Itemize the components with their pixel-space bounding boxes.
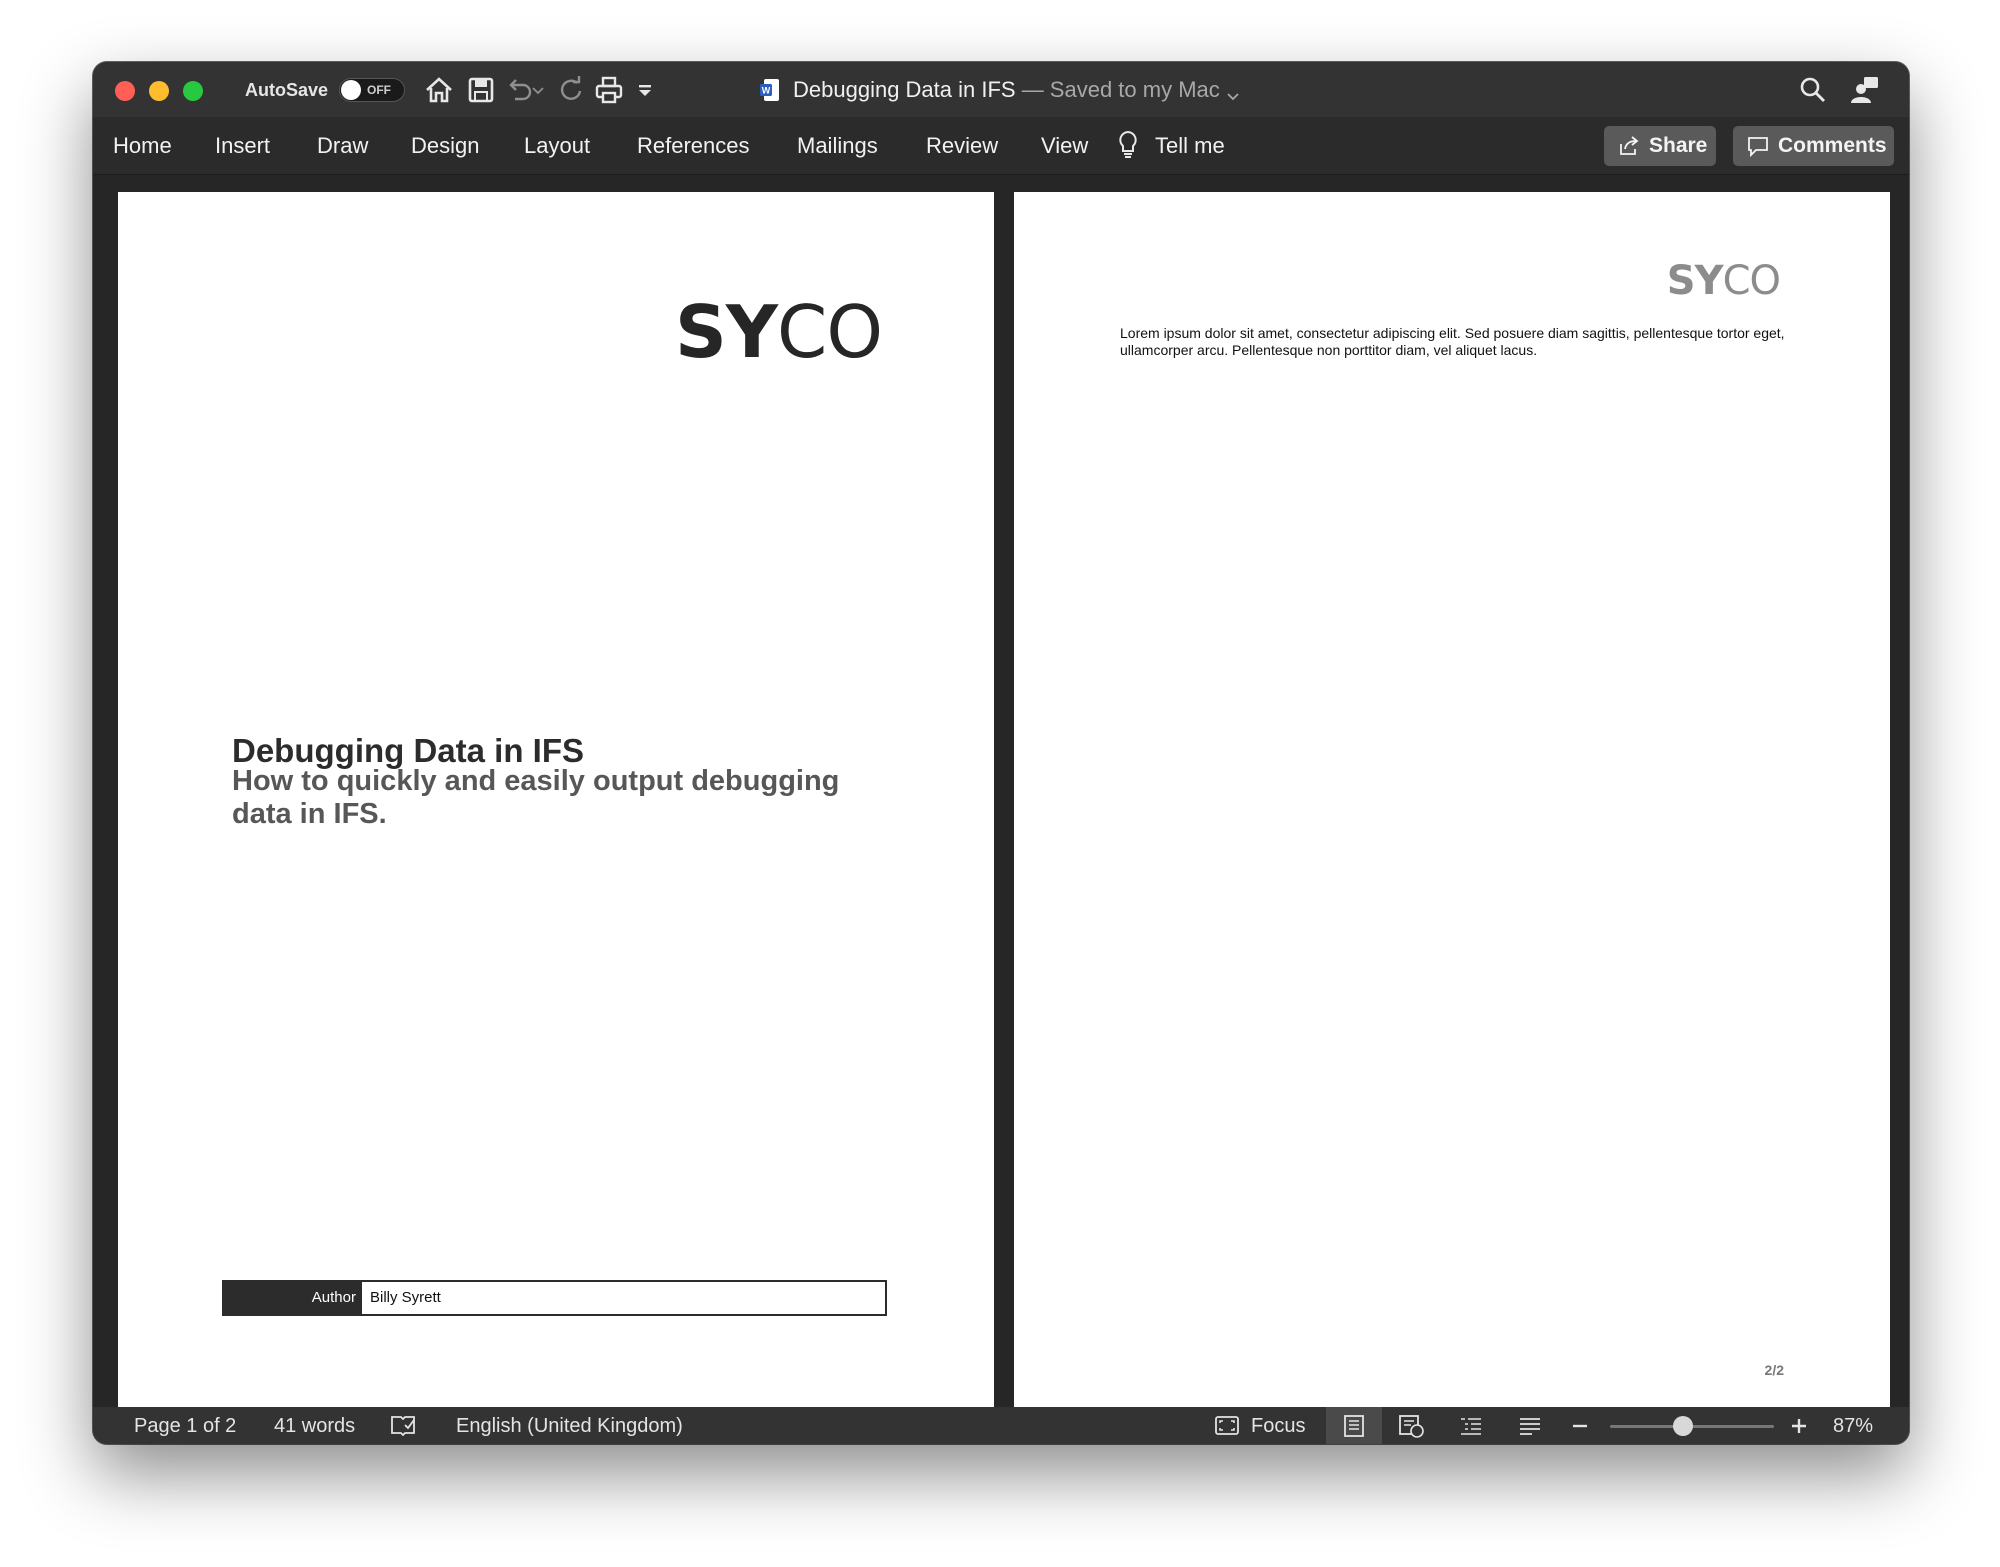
ribbon-tabs: Home Insert Draw Design Layout Reference… [93, 117, 1909, 175]
autosave-toggle[interactable]: OFF [339, 78, 405, 102]
page-2[interactable]: SYCO Lorem ipsum dolor sit amet, consect… [1014, 192, 1890, 1412]
author-table: Author Billy Syrett [222, 1280, 887, 1316]
word-window: AutoSave OFF W Debugging Data in IFS — S… [93, 62, 1909, 1444]
share-icon [1620, 136, 1639, 155]
save-status: — Saved to my Mac [1015, 77, 1220, 102]
zoom-in-icon[interactable] [1789, 1413, 1809, 1439]
close-window-button[interactable] [115, 81, 135, 101]
logo-bold-part: SY [675, 290, 778, 374]
print-layout-icon[interactable] [1340, 1413, 1368, 1439]
home-icon[interactable] [423, 74, 455, 106]
print-icon[interactable] [593, 74, 625, 106]
tab-home[interactable]: Home [113, 133, 172, 159]
web-layout-icon[interactable] [1397, 1413, 1425, 1439]
tab-mailings[interactable]: Mailings [797, 133, 878, 159]
comments-button[interactable]: Comments [1733, 126, 1894, 166]
author-label: Author [224, 1282, 362, 1314]
chevron-down-icon [1226, 84, 1240, 101]
maximize-window-button[interactable] [183, 81, 203, 101]
document-title[interactable]: Debugging Data in IFS — Saved to my Mac [793, 77, 1240, 103]
search-icon[interactable] [1797, 74, 1829, 106]
zoom-level[interactable]: 87% [1833, 1415, 1873, 1438]
language[interactable]: English (United Kingdom) [456, 1415, 683, 1438]
title-bar: AutoSave OFF W Debugging Data in IFS — S… [93, 62, 1909, 117]
word-count[interactable]: 41 words [274, 1415, 355, 1438]
autosave-state: OFF [367, 83, 391, 97]
autosave-label: AutoSave [245, 80, 329, 100]
logo-bold-part: SY [1666, 258, 1724, 304]
svg-text:W: W [762, 86, 771, 96]
syco-logo-small: SYCO [1666, 258, 1781, 304]
tab-references[interactable]: References [637, 133, 750, 159]
comment-icon [1748, 137, 1768, 157]
undo-dropdown-icon[interactable] [530, 74, 546, 106]
page-1[interactable]: SYCO Debugging Data in IFS How to quickl… [118, 192, 994, 1412]
share-label: Share [1649, 134, 1708, 157]
author-name: Billy Syrett [370, 1289, 441, 1306]
page-number: 2/2 [1764, 1362, 1784, 1378]
lightbulb-icon [1117, 129, 1139, 161]
document-name: Debugging Data in IFS [793, 77, 1016, 102]
tab-review[interactable]: Review [926, 133, 998, 159]
tab-layout[interactable]: Layout [524, 133, 590, 159]
tab-design[interactable]: Design [411, 133, 479, 159]
status-bar: Page 1 of 2 41 words English (United Kin… [93, 1407, 1909, 1444]
save-icon[interactable] [465, 74, 497, 106]
comments-label: Comments [1778, 134, 1887, 157]
document-subtitle: How to quickly and easily output debuggi… [232, 765, 840, 830]
tell-me-search[interactable]: Tell me [1155, 133, 1225, 159]
page-count[interactable]: Page 1 of 2 [134, 1415, 236, 1438]
tab-draw[interactable]: Draw [317, 133, 368, 159]
document-area[interactable]: SYCO Debugging Data in IFS How to quickl… [93, 175, 1909, 1412]
word-document-icon: W [759, 78, 781, 102]
outline-view-icon[interactable] [1457, 1413, 1485, 1439]
syco-logo: SYCO [675, 290, 883, 374]
redo-icon[interactable] [555, 74, 587, 106]
share-button[interactable]: Share [1604, 126, 1716, 166]
minimize-window-button[interactable] [149, 81, 169, 101]
focus-icon[interactable] [1213, 1413, 1241, 1439]
draft-view-icon[interactable] [1516, 1413, 1544, 1439]
logo-light-part: CO [777, 290, 883, 374]
zoom-out-icon[interactable] [1570, 1413, 1590, 1439]
tab-view[interactable]: View [1041, 133, 1088, 159]
tab-insert[interactable]: Insert [215, 133, 270, 159]
share-person-icon[interactable] [1849, 74, 1881, 106]
body-paragraph: Lorem ipsum dolor sit amet, consectetur … [1120, 325, 1785, 358]
logo-light-part: CO [1722, 258, 1781, 304]
customize-toolbar-icon[interactable] [633, 74, 657, 106]
zoom-slider-handle[interactable] [1673, 1416, 1693, 1436]
toggle-knob [341, 80, 361, 100]
proofing-icon[interactable] [389, 1413, 417, 1439]
focus-label[interactable]: Focus [1251, 1415, 1305, 1438]
